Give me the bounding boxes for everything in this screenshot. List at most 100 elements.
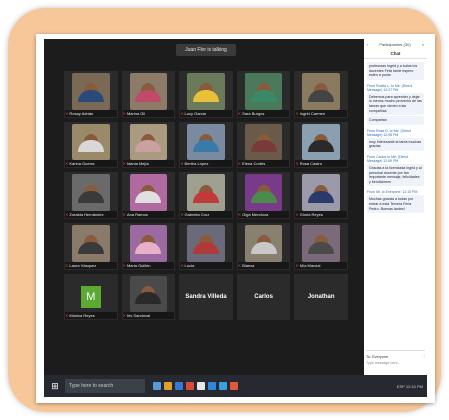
muted-mic-icon: ✕ <box>65 212 69 217</box>
participant-tile[interactable]: ✕Lucy Garcia <box>179 71 233 118</box>
participants-count[interactable]: Participantes (30) <box>379 42 410 47</box>
participant-tile[interactable]: ✕Laura Vásquez <box>64 223 118 270</box>
participant-video <box>302 73 340 110</box>
participant-name: ✕Gabriela Cruz <box>180 211 232 218</box>
taskbar-search[interactable]: Type here to search <box>65 379 145 393</box>
participant-body <box>250 191 277 203</box>
chat-panel: ‹ Participantes (30) × Chat profesoras I… <box>364 39 427 375</box>
participant-name: ✕Ana Ramos <box>122 211 175 218</box>
participant-tile[interactable]: ✕Lucía <box>179 223 233 270</box>
meeting-gallery: Juan Flor is talking ✕Rosay Adrián ✕Marin… <box>44 39 364 375</box>
participant-name: ✕Zoraida Hernández <box>65 211 117 218</box>
attach-file-icon[interactable]: 🗋 <box>422 355 425 361</box>
muted-mic-icon: ✕ <box>237 262 242 268</box>
participant-tile[interactable]: ✕Zoraida Hernández <box>64 172 118 219</box>
participant-body <box>308 191 335 203</box>
muted-mic-icon: ✕ <box>122 161 126 167</box>
close-icon[interactable]: × <box>422 42 424 47</box>
participant-name: ✕Bertha López <box>180 160 232 168</box>
participant-body <box>135 292 162 305</box>
chat-compose: To: Everyone 🗋 Type message here... <box>366 350 425 371</box>
participant-name: ✕Marina Gil <box>122 109 175 117</box>
taskbar-app-icon[interactable] <box>153 382 161 390</box>
participant-video <box>187 123 225 161</box>
muted-mic-icon: ✕ <box>295 161 299 167</box>
participant-name-text: Blanca <box>242 262 255 268</box>
participant-video <box>302 174 340 211</box>
participant-body <box>77 140 104 153</box>
participant-name: ✕Idania Mejía <box>122 160 175 168</box>
participant-tile[interactable]: ✕Rosay Adrián <box>64 71 118 118</box>
chat-input[interactable]: Type message here... <box>366 361 425 365</box>
participants-header: ‹ Participantes (30) × <box>364 39 427 49</box>
participant-name-text: Elena Cortés <box>242 161 266 167</box>
participant-body <box>192 89 219 102</box>
participant-body <box>192 241 219 254</box>
participant-tile[interactable]: ✕Ingrid Carmen <box>294 71 348 118</box>
participant-name-text: Maria Guillén <box>126 262 151 268</box>
participant-name-text: Idania Mejía <box>126 161 149 167</box>
taskbar-app-icon[interactable] <box>175 382 183 390</box>
participant-tile[interactable]: ✕Idania Mejía <box>121 121 176 169</box>
participant-tile[interactable]: ✕Gabriela Cruz <box>179 172 233 219</box>
chat-title: Chat <box>364 49 427 59</box>
participant-tile[interactable]: ✕Rosa Castro <box>294 121 348 169</box>
participant-video <box>302 225 340 262</box>
participant-tile[interactable]: ✕Elena Cortés <box>236 121 291 169</box>
participant-tile[interactable]: ✕Gloria Reyes <box>294 172 348 219</box>
participant-name-text: Rosay Adrián <box>69 110 94 116</box>
chat-message: Debemos para aprender y dejar lo menos m… <box>367 92 424 116</box>
participant-name-text: Gabriela Cruz <box>184 212 210 217</box>
chat-sender: From Rosa D. to Me: (Direct Message) 12:… <box>367 128 411 137</box>
participant-body <box>77 191 104 203</box>
participant-tile[interactable]: ✕Mía Marcial <box>294 223 348 270</box>
participant-name: ✕Maria Guillén <box>122 261 175 269</box>
participant-tile[interactable]: ✕Karina Guerra <box>64 121 118 169</box>
chat-message: Gracias a la licenciada Ingrid y al pers… <box>367 163 424 187</box>
muted-mic-icon: ✕ <box>180 110 184 116</box>
participant-video <box>187 225 225 262</box>
participant-tile[interactable]: ✕Blanca <box>236 223 291 270</box>
participant-video <box>129 275 168 313</box>
participant-tile[interactable]: Carlos <box>236 273 291 321</box>
taskbar-app-icon[interactable] <box>164 382 172 390</box>
chat-sender: From Rosita L. to Me: (Direct Message) 1… <box>367 83 412 92</box>
participant-name-text: Ana Ramos <box>126 212 148 217</box>
taskbar-app-icon[interactable] <box>208 382 216 390</box>
muted-mic-icon: ✕ <box>65 313 69 319</box>
muted-mic-icon: ✕ <box>65 262 69 268</box>
participant-tile[interactable]: Sandra Villeda <box>179 273 233 321</box>
participant-video <box>129 225 168 262</box>
taskbar-app-icon[interactable] <box>230 382 238 390</box>
participant-name-large: Carlos <box>254 293 273 300</box>
muted-mic-icon: ✕ <box>65 110 69 116</box>
participant-tile[interactable]: ✕Sara Burgos <box>236 71 291 118</box>
windows-taskbar: ⊞ Type here to search ESP 12:10 PM <box>44 375 427 397</box>
participant-name: ✕Laura Vásquez <box>65 261 117 269</box>
participant-name: ✕Blanca <box>237 261 290 269</box>
participant-tile[interactable]: ✕Maria Guillén <box>121 223 176 270</box>
muted-mic-icon: ✕ <box>237 212 242 217</box>
tray-clock[interactable]: ESP 12:10 PM <box>397 384 423 389</box>
participant-name-text: Sara Burgos <box>242 110 265 116</box>
chat-sender: From Carlos to Me: (Direct Message) 12:0… <box>367 154 409 163</box>
taskbar-app-icon[interactable] <box>197 382 205 390</box>
participant-name-text: Lucy Garcia <box>184 110 206 116</box>
participant-tile[interactable]: ✕Ana Ramos <box>121 172 176 219</box>
taskbar-app-icon[interactable] <box>186 382 194 390</box>
participant-tile[interactable]: ✕Marina Gil <box>121 71 176 118</box>
participant-tile[interactable]: M ✕Mónica Reyes <box>64 273 118 321</box>
participant-tile[interactable]: ✕Olga Mendoza <box>236 172 291 219</box>
chevron-left-icon[interactable]: ‹ <box>367 42 368 47</box>
participant-video <box>244 225 283 262</box>
muted-mic-icon: ✕ <box>122 313 126 319</box>
participant-video <box>72 123 110 161</box>
participant-name-text: Ingrid Carmen <box>299 110 326 116</box>
windows-start-icon[interactable]: ⊞ <box>48 379 62 393</box>
muted-mic-icon: ✕ <box>295 262 299 268</box>
participant-tile[interactable]: ✕Bertha López <box>179 121 233 169</box>
participant-tile[interactable]: Jonathan <box>294 273 348 321</box>
taskbar-app-icon[interactable] <box>219 382 227 390</box>
participant-name-text: Mía Marcial <box>299 262 321 268</box>
participant-tile[interactable]: ✕Iris Sandoval <box>121 273 176 321</box>
